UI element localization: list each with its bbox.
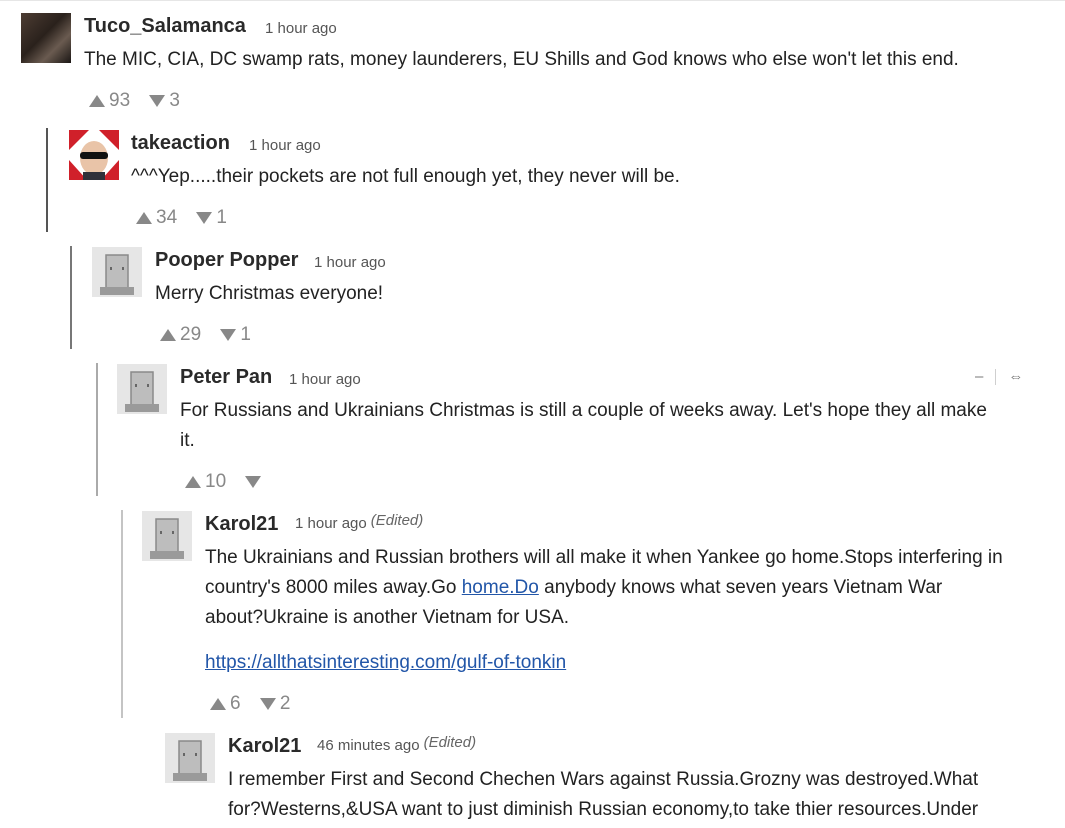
comment-author[interactable]: Peter Pan bbox=[180, 366, 272, 389]
upvote-icon bbox=[136, 212, 152, 224]
upvote-icon bbox=[89, 95, 105, 107]
downvote-icon bbox=[149, 95, 166, 107]
downvote-button[interactable]: 2 bbox=[259, 693, 291, 715]
comment-body-line: The Ukrainians and Russian brothers will… bbox=[205, 547, 1003, 568]
downvote-count: 3 bbox=[169, 90, 180, 111]
thread-line[interactable] bbox=[96, 363, 98, 496]
downvote-icon bbox=[196, 212, 213, 224]
upvote-icon bbox=[185, 476, 201, 488]
top-divider bbox=[0, 0, 1065, 1]
comment-body: For Russians and Ukrainians Christmas is… bbox=[180, 396, 1050, 456]
downvote-count: 1 bbox=[216, 207, 227, 228]
downvote-button[interactable]: 1 bbox=[196, 207, 227, 229]
text-segment: country's 8000 miles away.Go bbox=[205, 577, 462, 598]
upvote-button[interactable]: 10 bbox=[185, 471, 226, 493]
upvote-count: 10 bbox=[205, 471, 227, 492]
comment-body-line: https://allthatsinteresting.com/gulf-of-… bbox=[205, 648, 1055, 678]
comment-author[interactable]: Tuco_Salamanca bbox=[84, 15, 246, 38]
vote-bar: 6 2 bbox=[210, 693, 304, 716]
comment-author[interactable]: Pooper Popper bbox=[155, 249, 298, 272]
downvote-icon bbox=[245, 476, 262, 488]
comment-timestamp: 1 hour ago (Edited) bbox=[295, 512, 424, 532]
vote-bar: 29 1 bbox=[160, 324, 265, 347]
upvote-count: 29 bbox=[180, 324, 202, 345]
timestamp-link[interactable]: 46 minutes ago bbox=[317, 737, 420, 754]
avatar-image bbox=[165, 733, 215, 783]
avatar[interactable] bbox=[21, 13, 71, 63]
permalink-icon[interactable]: ⇔ bbox=[1008, 368, 1023, 385]
thread-line[interactable] bbox=[46, 128, 48, 232]
url-link[interactable]: https://allthatsinteresting.com/gulf-of-… bbox=[205, 652, 566, 673]
avatar-image bbox=[92, 247, 142, 297]
upvote-count: 6 bbox=[230, 693, 241, 714]
comment-body-line: For Russians and Ukrainians Christmas is… bbox=[180, 400, 987, 421]
vote-bar: 93 3 bbox=[89, 90, 194, 113]
inline-link[interactable]: home.Do bbox=[462, 577, 539, 598]
comment-body: The Ukrainians and Russian brothers will… bbox=[205, 543, 1055, 678]
comment-body: Merry Christmas everyone! bbox=[155, 279, 1035, 309]
downvote-icon bbox=[259, 698, 276, 710]
avatar[interactable] bbox=[92, 247, 142, 297]
comment-body-line: for?Westerns,&USA want to just diminish … bbox=[228, 799, 979, 820]
avatar-image bbox=[117, 364, 167, 414]
timestamp-link[interactable]: 1 hour ago bbox=[295, 515, 367, 532]
comment-body-line: I remember First and Second Chechen Wars… bbox=[228, 769, 979, 790]
comment-body: I remember First and Second Chechen Wars… bbox=[228, 765, 1058, 825]
comment-body-line: Merry Christmas everyone! bbox=[155, 283, 384, 304]
downvote-count: 2 bbox=[279, 693, 291, 714]
comment-timestamp[interactable]: 1 hour ago bbox=[249, 137, 321, 154]
comment-author[interactable]: takeaction bbox=[131, 132, 230, 155]
comment-actions: – ⇔ bbox=[975, 368, 1023, 386]
comment-author[interactable]: Karol21 bbox=[205, 513, 278, 536]
upvote-button[interactable]: 29 bbox=[160, 324, 201, 346]
comment-body: The MIC, CIA, DC swamp rats, money laund… bbox=[84, 45, 1044, 75]
downvote-button[interactable] bbox=[245, 476, 265, 488]
comment-body-line: ^^^Yep.....their pockets are not full en… bbox=[131, 166, 680, 187]
comment-timestamp[interactable]: 1 hour ago bbox=[314, 254, 386, 271]
upvote-count: 34 bbox=[156, 207, 178, 228]
downvote-button[interactable]: 3 bbox=[149, 90, 180, 112]
downvote-count: 1 bbox=[240, 324, 251, 345]
comment-body-line: The MIC, CIA, DC swamp rats, money laund… bbox=[84, 49, 959, 70]
vote-bar: 34 1 bbox=[136, 207, 241, 230]
avatar[interactable] bbox=[117, 364, 167, 414]
avatar[interactable] bbox=[142, 511, 192, 561]
vote-bar: 10 bbox=[185, 471, 279, 494]
avatar[interactable] bbox=[69, 130, 119, 180]
downvote-icon bbox=[220, 329, 237, 341]
avatar-image bbox=[69, 130, 119, 180]
collapse-button[interactable]: – bbox=[975, 368, 983, 385]
comment-timestamp[interactable]: 1 hour ago bbox=[265, 20, 337, 37]
text-segment: anybody knows what seven years Vietnam W… bbox=[538, 577, 943, 598]
downvote-button[interactable]: 1 bbox=[220, 324, 251, 346]
comment-body-line: it. bbox=[180, 430, 195, 451]
comment-body: ^^^Yep.....their pockets are not full en… bbox=[131, 162, 1031, 192]
edited-label: (Edited) bbox=[370, 512, 424, 529]
avatar[interactable] bbox=[165, 733, 215, 783]
avatar-image bbox=[142, 511, 192, 561]
actions-divider bbox=[995, 369, 997, 386]
thread-line[interactable] bbox=[70, 246, 72, 349]
upvote-count: 93 bbox=[109, 90, 131, 111]
thread-line[interactable] bbox=[121, 510, 123, 718]
upvote-button[interactable]: 93 bbox=[89, 90, 130, 112]
upvote-button[interactable]: 6 bbox=[210, 693, 241, 715]
upvote-button[interactable]: 34 bbox=[136, 207, 177, 229]
comment-body-line: country's 8000 miles away.Go home.Do any… bbox=[205, 573, 1055, 603]
comment-author[interactable]: Karol21 bbox=[228, 735, 301, 758]
comment-timestamp: 46 minutes ago (Edited) bbox=[317, 734, 477, 754]
upvote-icon bbox=[160, 329, 176, 341]
comment-timestamp[interactable]: 1 hour ago bbox=[289, 371, 361, 388]
upvote-icon bbox=[210, 698, 226, 710]
comment-body-line: about?Ukraine is another Vietnam for USA… bbox=[205, 607, 570, 628]
edited-label: (Edited) bbox=[423, 734, 477, 751]
